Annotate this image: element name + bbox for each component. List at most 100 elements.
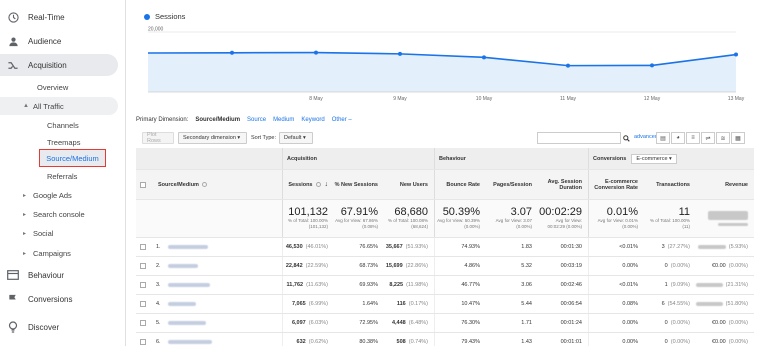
row-source-medium-redacted[interactable] <box>168 314 278 332</box>
row-checkbox[interactable] <box>140 263 146 269</box>
plot-rows-button[interactable]: Plot Rows <box>142 132 174 144</box>
sessions-point[interactable] <box>314 50 318 55</box>
sessions-point[interactable] <box>230 50 234 55</box>
dimension-keyword[interactable]: Keyword <box>301 117 324 123</box>
dimension-source-medium[interactable]: Source/Medium <box>195 117 240 123</box>
table-row[interactable]: 1. 46,530 (46.01%) 76.65% 35,667 (51.93%) 74.9… <box>136 238 754 257</box>
table-row[interactable]: 6. 632 (0.62%) 80.38% 508 (0.74%) 79.43% 1.43 00… <box>136 333 754 346</box>
nav-behaviour[interactable]: Behaviour <box>0 264 126 286</box>
nav-audience[interactable]: Audience <box>0 30 126 52</box>
col-transactions[interactable]: Transactions <box>644 170 696 199</box>
view-pie-icon[interactable]: ◕ <box>671 132 685 144</box>
view-pivot-icon[interactable]: ▦ <box>731 132 745 144</box>
row-sessions-pct: (11.63%) <box>306 282 328 288</box>
cell-pages: 5.32 <box>486 257 538 275</box>
lightbulb-icon <box>6 320 20 334</box>
cell-trans: 3 (27.27%) <box>644 238 696 256</box>
nav-realtime[interactable]: Real-Time <box>0 6 126 28</box>
view-comparison-icon[interactable]: ⇌ <box>701 132 715 144</box>
row-new_users: 8,225 <box>389 282 404 288</box>
row-duration: 00:02:46 <box>560 282 582 288</box>
nav-overview[interactable]: Overview <box>0 78 126 96</box>
total-conversion-rate-sub: Avg for View: 0.01% (0.00%) <box>597 218 638 229</box>
total-new-sessions-value: 67.91% <box>340 206 378 219</box>
magnifier-icon[interactable] <box>621 132 631 144</box>
col-revenue[interactable]: Revenue <box>696 170 754 199</box>
advanced-link[interactable]: advanced <box>634 134 658 140</box>
row-source-medium-redacted[interactable] <box>168 276 278 294</box>
row-new_users-pct: (6.48%) <box>408 320 428 326</box>
row-revenue: €0.00 <box>711 263 726 269</box>
col-sessions[interactable]: Sessions ↓ <box>282 170 334 199</box>
nav-source-medium[interactable]: Source/Medium <box>39 149 106 167</box>
row-checkbox[interactable] <box>140 339 146 345</box>
dimension-medium[interactable]: Medium <box>273 117 294 123</box>
sort-type-select[interactable]: Default ▾ <box>279 132 313 144</box>
row-source-medium-redacted[interactable] <box>168 238 278 256</box>
nav-google-ads[interactable]: ▸ Google Ads <box>0 186 126 204</box>
row-trans: 0 <box>664 263 668 269</box>
row-source-medium-redacted[interactable] <box>168 295 278 313</box>
col-avg-session-duration[interactable]: Avg. Session Duration <box>538 170 588 199</box>
sessions-area <box>148 52 736 92</box>
view-performance-icon[interactable]: ≡ <box>686 132 700 144</box>
table-row[interactable]: 5. 6,097 (6.03%) 72.95% 4,448 (6.48%) 76.30% 1.… <box>136 314 754 333</box>
row-conv: 0.00% <box>622 339 638 345</box>
total-avg-duration: 00:02:29 Avg for View: 00:02:29 (0.00%) <box>538 200 588 237</box>
col-new-sessions[interactable]: % New Sessions <box>334 170 384 199</box>
cell-new_sessions: 1.64% <box>334 295 384 313</box>
col-bounce-rate[interactable]: Bounce Rate <box>434 170 486 199</box>
row-sessions: 22,842 <box>285 263 303 269</box>
dimension-other[interactable]: Other – <box>332 117 352 123</box>
sessions-point[interactable] <box>734 52 738 57</box>
col-ecommerce-conversion-rate[interactable]: E-commerce Conversion Rate <box>588 170 644 199</box>
row-conv: <0.01% <box>619 282 638 288</box>
nav-search-console[interactable]: ▸ Search console <box>0 205 126 223</box>
sessions-point[interactable] <box>566 63 570 68</box>
row-duration: 00:01:30 <box>560 244 582 250</box>
view-table-icon[interactable]: ▤ <box>656 132 670 144</box>
table-row[interactable]: 2. 22,842 (22.59%) 68.73% 15,699 (22.86%) 4.86… <box>136 257 754 276</box>
row-checkbox[interactable] <box>140 320 146 326</box>
secondary-dimension-select[interactable]: Secondary dimension ▾ <box>178 132 247 144</box>
nav-conversions[interactable]: Conversions <box>0 288 126 310</box>
select-all-checkbox[interactable] <box>140 181 146 188</box>
col-pages-session[interactable]: Pages/Session <box>486 170 538 199</box>
help-icon[interactable] <box>201 182 207 187</box>
nav-campaigns-label: Campaigns <box>33 248 71 258</box>
nav-acquisition[interactable]: Acquisition <box>0 54 126 76</box>
row-new_users: 508 <box>396 339 406 345</box>
sessions-chart: Sessions 20,00010,0008 May9 May10 May11 … <box>136 6 754 106</box>
row-source-medium-redacted[interactable] <box>168 257 278 275</box>
row-checkbox[interactable] <box>140 244 146 250</box>
nav-campaigns[interactable]: ▸ Campaigns <box>0 244 126 262</box>
table-row[interactable]: 3. 11,762 (11.63%) 69.93% 8,225 (11.98%) 46.77… <box>136 276 754 295</box>
sort-desc-icon[interactable]: ↓ <box>325 181 329 188</box>
nav-referrals[interactable]: Referrals <box>0 167 126 185</box>
sessions-point[interactable] <box>650 63 654 68</box>
row-bounce: 79.43% <box>461 339 480 345</box>
col-pages-session-label: Pages/Session <box>493 181 532 188</box>
nav-discover[interactable]: Discover <box>0 316 126 338</box>
nav-social[interactable]: ▸ Social <box>0 224 126 242</box>
row-bounce: 10.47% <box>461 301 480 307</box>
help-icon[interactable] <box>315 182 321 187</box>
sessions-point[interactable] <box>482 55 486 60</box>
row-source-medium-redacted[interactable] <box>168 333 278 346</box>
sessions-point[interactable] <box>398 51 402 56</box>
table-row[interactable]: 4. 7,065 (6.99%) 1.64% 116 (0.17%) 10.47% 5.44 0… <box>136 295 754 314</box>
row-checkbox[interactable] <box>140 301 146 307</box>
nav-all-traffic[interactable]: ▲ All Traffic <box>0 97 126 115</box>
view-term-cloud-icon[interactable]: ≅ <box>716 132 730 144</box>
row-sessions: 632 <box>296 339 306 345</box>
nav-channels[interactable]: Channels <box>0 116 126 134</box>
cell-sessions: 6,097 (6.03%) <box>282 314 334 332</box>
table-search-input[interactable] <box>537 132 621 144</box>
dimension-source[interactable]: Source <box>247 117 266 123</box>
conversions-goal-select[interactable]: E-commerce ▾ <box>631 153 677 164</box>
col-source-medium[interactable]: Source/Medium <box>158 170 278 199</box>
row-checkbox[interactable] <box>140 282 146 288</box>
col-new-users[interactable]: New Users <box>384 170 434 199</box>
row-trans-pct: (0.00%) <box>670 339 690 345</box>
nav-realtime-label: Real-Time <box>28 12 65 22</box>
